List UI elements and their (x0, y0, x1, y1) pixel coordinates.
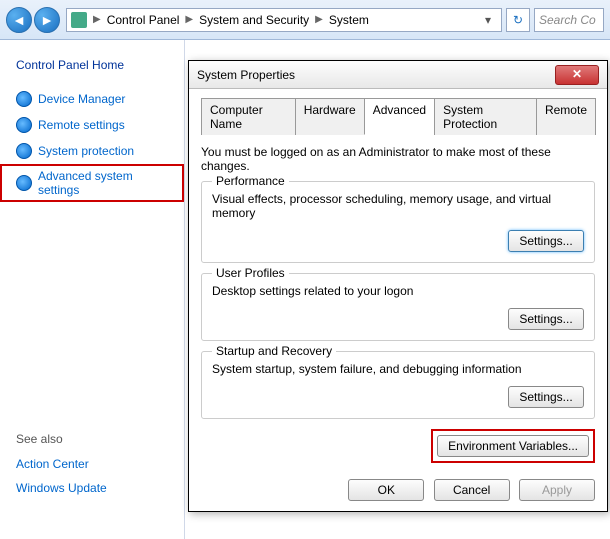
tab-hardware[interactable]: Hardware (295, 98, 365, 135)
sidebar-item-advanced-system-settings[interactable]: Advanced system settings (0, 164, 184, 202)
startup-recovery-title: Startup and Recovery (212, 344, 336, 358)
performance-settings-button[interactable]: Settings... (508, 230, 584, 252)
cancel-button[interactable]: Cancel (434, 479, 510, 501)
startup-recovery-desc: System startup, system failure, and debu… (212, 362, 584, 376)
back-button[interactable]: ◄ (6, 7, 32, 33)
admin-note: You must be logged on as an Administrato… (201, 145, 595, 173)
close-button[interactable]: ✕ (555, 65, 599, 85)
dialog-button-row: OK Cancel Apply (201, 475, 595, 501)
tab-advanced[interactable]: Advanced (364, 98, 435, 135)
sidebar-item-windows-update[interactable]: Windows Update (0, 476, 184, 500)
crumb-system-security[interactable]: System and Security (195, 13, 313, 27)
shield-icon (16, 117, 32, 133)
forward-button[interactable]: ► (34, 7, 60, 33)
shield-icon (16, 175, 32, 191)
shield-icon (16, 91, 32, 107)
tab-remote[interactable]: Remote (536, 98, 596, 135)
apply-button[interactable]: Apply (519, 479, 595, 501)
crumb-system[interactable]: System (325, 13, 373, 27)
chevron-right-icon[interactable]: ▶ (313, 14, 325, 25)
sidebar-item-remote-settings[interactable]: Remote settings (0, 112, 184, 138)
see-also-heading: See also (0, 392, 184, 452)
dialog-title: System Properties (197, 68, 555, 82)
sidebar-item-device-manager[interactable]: Device Manager (0, 86, 184, 112)
dialog-titlebar[interactable]: System Properties ✕ (189, 61, 607, 89)
system-properties-dialog: System Properties ✕ Computer Name Hardwa… (188, 60, 608, 512)
user-profiles-desc: Desktop settings related to your logon (212, 284, 584, 298)
user-profiles-title: User Profiles (212, 266, 289, 280)
tab-system-protection[interactable]: System Protection (434, 98, 537, 135)
startup-recovery-settings-button[interactable]: Settings... (508, 386, 584, 408)
chevron-right-icon[interactable]: ▶ (183, 14, 195, 25)
sidebar: Control Panel Home Device Manager Remote… (0, 40, 185, 539)
chevron-right-icon[interactable]: ▶ (91, 14, 103, 25)
user-profiles-group: User Profiles Desktop settings related t… (201, 273, 595, 341)
address-dropdown-icon[interactable]: ▾ (479, 13, 497, 27)
search-input[interactable]: Search Co (534, 8, 604, 32)
tab-computer-name[interactable]: Computer Name (201, 98, 296, 135)
ok-button[interactable]: OK (348, 479, 424, 501)
control-panel-icon (71, 12, 87, 28)
user-profiles-settings-button[interactable]: Settings... (508, 308, 584, 330)
refresh-button[interactable]: ↻ (506, 8, 530, 32)
startup-recovery-group: Startup and Recovery System startup, sys… (201, 351, 595, 419)
environment-variables-button[interactable]: Environment Variables... (437, 435, 589, 457)
performance-desc: Visual effects, processor scheduling, me… (212, 192, 584, 220)
control-panel-home-link[interactable]: Control Panel Home (0, 54, 184, 86)
sidebar-item-system-protection[interactable]: System protection (0, 138, 184, 164)
sidebar-item-action-center[interactable]: Action Center (0, 452, 184, 476)
performance-title: Performance (212, 174, 289, 188)
address-bar: ◄ ► ▶ Control Panel ▶ System and Securit… (0, 0, 610, 40)
shield-icon (16, 143, 32, 159)
performance-group: Performance Visual effects, processor sc… (201, 181, 595, 263)
tab-strip: Computer Name Hardware Advanced System P… (201, 97, 595, 135)
breadcrumb[interactable]: ▶ Control Panel ▶ System and Security ▶ … (66, 8, 502, 32)
crumb-control-panel[interactable]: Control Panel (103, 13, 184, 27)
